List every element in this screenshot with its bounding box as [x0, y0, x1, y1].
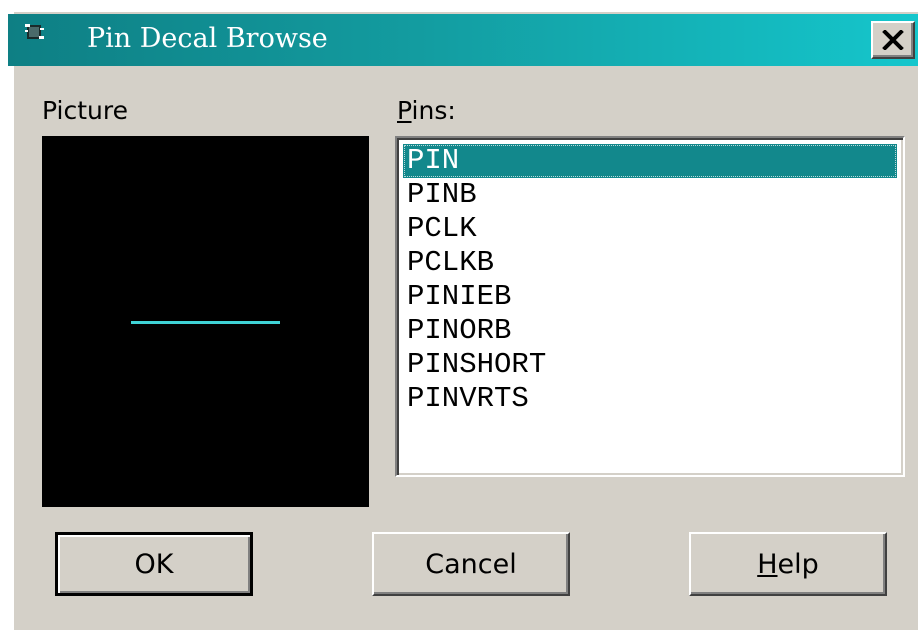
pin-list-item[interactable]: PINSHORT [403, 348, 897, 382]
pin-list-item[interactable]: PCLK [403, 212, 897, 246]
picture-label: Picture [42, 96, 128, 125]
close-icon [882, 30, 904, 50]
help-button[interactable]: Help [689, 532, 887, 596]
help-button-label: Help [757, 549, 819, 580]
pin-list-item[interactable]: PINIEB [403, 280, 897, 314]
pin-list-item[interactable]: PINVRTS [403, 382, 897, 416]
app-icon [25, 24, 44, 39]
close-button[interactable] [871, 21, 915, 59]
ok-button-label: OK [134, 548, 174, 580]
ok-button[interactable]: OK [55, 532, 253, 596]
help-label-text: elp [777, 548, 819, 580]
pins-label-mnemonic: P [397, 96, 412, 125]
pin-graphic [131, 321, 280, 324]
pin-list-item[interactable]: PCLKB [403, 246, 897, 280]
cancel-button-label: Cancel [425, 548, 517, 580]
help-mnemonic: H [757, 548, 778, 580]
window-title: Pin Decal Browse [87, 23, 328, 54]
pins-listbox[interactable]: PIN PINB PCLK PCLKB PINIEB PINORB PINSHORT PINV… [395, 136, 905, 477]
pin-list-item[interactable]: PINB [403, 178, 897, 212]
pins-label: Pins: [397, 96, 456, 125]
cancel-button[interactable]: Cancel [372, 532, 570, 596]
pins-label-text: ins: [411, 96, 456, 125]
title-bar[interactable]: Pin Decal Browse [8, 14, 918, 66]
pin-list-item[interactable]: PIN [403, 144, 897, 178]
pin-list-item[interactable]: PINORB [403, 314, 897, 348]
